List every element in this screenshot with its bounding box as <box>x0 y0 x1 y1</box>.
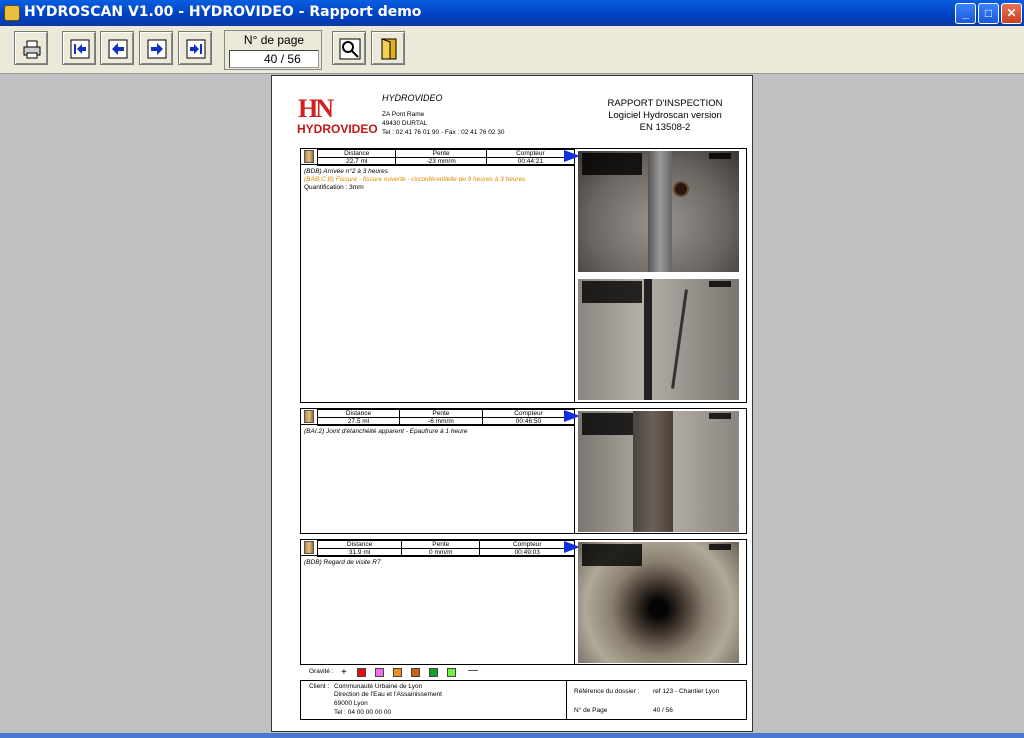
measure-bar: Distance Pente Compteur 27.5 ml -6 mm/m 00:4… <box>301 409 576 426</box>
pipe-swatch <box>304 150 314 163</box>
arrow-right-icon <box>147 39 167 59</box>
distance-value: 27.5 ml <box>317 417 400 426</box>
gravity-swatch <box>411 668 420 677</box>
inspection-photo[interactable] <box>578 279 739 400</box>
reference-value: ref 123 - Chantier Lyon <box>653 688 720 695</box>
company-address-2: 49430 DURTAL <box>382 120 428 127</box>
minimize-button[interactable]: _ <box>955 3 976 24</box>
printer-icon <box>23 40 41 59</box>
page-number-box: N° de page 40 / 56 <box>224 30 322 70</box>
client-dept: Direction de l'Eau et l'Assainissement <box>334 691 442 698</box>
observation-block-1: Distance Pente Compteur 22.7 ml -23 mm/m 00:… <box>300 148 747 403</box>
observation-block-2: Distance Pente Compteur 27.5 ml -6 mm/m 00:4… <box>300 408 747 534</box>
magnifier-icon <box>339 38 361 60</box>
page-number-field[interactable]: 40 / 56 <box>229 50 319 68</box>
gravity-swatch <box>357 668 366 677</box>
door-exit-icon <box>381 38 397 60</box>
toolbar: N° de page 40 / 56 <box>0 26 1024 74</box>
first-page-button[interactable] <box>62 31 96 65</box>
observation-line: Quantification : 3mm <box>304 184 364 191</box>
distance-value: 22.7 ml <box>316 157 397 166</box>
observation-line: (BDB) Arrivée n°2 à 3 heures <box>304 168 389 175</box>
inspection-photo[interactable] <box>578 411 739 532</box>
observation-line: (BAI.2) Joint d'étanchéité apparent - Ep… <box>304 428 468 435</box>
pipe-swatch <box>304 541 314 554</box>
arrow-left-icon <box>108 39 128 59</box>
measure-bar: Distance Pente Compteur 22.7 ml -23 mm/m 00:… <box>301 149 576 166</box>
title-bar: HYDROSCAN V1.00 - HYDROVIDEO - Rapport d… <box>0 0 1024 26</box>
maximize-button[interactable]: □ <box>978 3 999 24</box>
reference-label: Référence du dossier : <box>574 688 640 695</box>
print-button[interactable] <box>14 31 48 65</box>
client-name: Communauté Urbaine de Lyon <box>334 683 423 690</box>
close-button[interactable]: ✕ <box>1001 3 1022 24</box>
inspection-photo[interactable] <box>578 542 739 663</box>
last-page-icon <box>186 39 206 59</box>
company-phone: Tel : 02 41 76 01 90 - Fax : 02 41 76 02… <box>382 129 505 136</box>
client-label: Client : <box>309 683 330 690</box>
report-page: HN HYDROVIDEO HYDROVIDEO ZA Pont Rame 49… <box>271 75 753 732</box>
status-bar <box>0 733 1024 738</box>
distance-value: 31.9 ml <box>316 548 403 557</box>
footer-page-label: N° de Page <box>574 707 608 714</box>
observation-line: (BAB.C.B) Fissure - fissure ouverte - ci… <box>304 176 526 183</box>
minus-icon: — <box>468 665 478 676</box>
gravity-label: Gravité : <box>309 668 334 675</box>
pente-value: 0 mm/m <box>401 548 481 557</box>
compteur-value: 00:46:50 <box>481 417 576 426</box>
gravity-swatch <box>447 668 456 677</box>
client-phone: Tel : 04 00 00 00 00 <box>334 709 392 716</box>
client-city: 69000 Lyon <box>334 700 368 707</box>
gravity-swatch <box>375 668 384 677</box>
app-icon <box>4 5 20 21</box>
company-name: HYDROVIDEO <box>382 93 443 103</box>
last-page-button[interactable] <box>178 31 212 65</box>
plus-icon: + <box>341 667 347 678</box>
next-page-button[interactable] <box>139 31 173 65</box>
first-page-icon <box>70 39 90 59</box>
page-number-label: N° de page <box>243 33 305 47</box>
compteur-value: 00:49:03 <box>479 548 575 557</box>
observation-line: (BDB) Regard de visite R7 <box>304 559 381 566</box>
compteur-value: 00:44:21 <box>485 157 576 166</box>
company-address-1: ZA Pont Rame <box>382 111 425 118</box>
gravity-swatch <box>393 668 402 677</box>
report-footer: Client : Communauté Urbaine de Lyon Dire… <box>300 680 747 720</box>
measure-bar: Distance Pente Compteur 31.9 ml 0 mm/m 00:49… <box>301 540 575 557</box>
inspection-photo[interactable] <box>578 151 739 272</box>
exit-button[interactable] <box>371 31 405 65</box>
pente-value: -23 mm/m <box>395 157 487 166</box>
company-logo: HN <box>298 94 334 123</box>
logo-text: HYDROVIDEO <box>297 122 378 136</box>
observation-block-3: Distance Pente Compteur 31.9 ml 0 mm/m 00:49… <box>300 539 747 665</box>
footer-page-value: 40 / 56 <box>653 707 673 714</box>
pente-value: -6 mm/m <box>398 417 483 426</box>
gravity-swatch <box>429 668 438 677</box>
report-title: RAPPORT D'INSPECTION Logiciel Hydroscan … <box>607 98 723 133</box>
window-title: HYDROSCAN V1.00 - HYDROVIDEO - Rapport d… <box>24 4 422 20</box>
zoom-button[interactable] <box>332 31 366 65</box>
pipe-swatch <box>304 410 314 423</box>
previous-page-button[interactable] <box>100 31 134 65</box>
